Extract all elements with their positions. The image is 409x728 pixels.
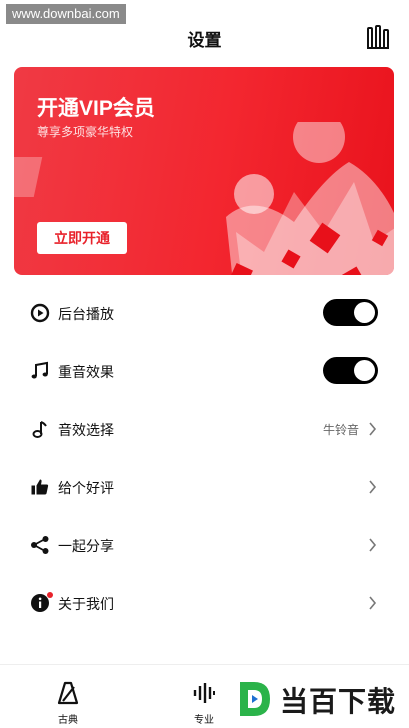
tab-label: 古典 xyxy=(58,715,78,726)
tab-label: 专业 xyxy=(194,715,214,726)
setting-label: 音效选择 xyxy=(58,422,114,438)
setting-label: 一起分享 xyxy=(58,538,114,554)
chevron-right-icon xyxy=(369,596,377,610)
setting-share[interactable]: 一起分享 xyxy=(0,516,409,574)
selected-sound-value: 牛铃音 xyxy=(322,423,359,437)
tab-professional[interactable]: 专业 xyxy=(164,665,244,728)
vip-subtitle: 尊享多项豪华特权 xyxy=(37,125,134,139)
setting-label: 重音效果 xyxy=(58,364,114,380)
play-circle-icon xyxy=(30,303,50,323)
music-note-icon xyxy=(32,421,47,438)
background-play-toggle[interactable] xyxy=(323,299,378,326)
crown-icon xyxy=(226,122,394,275)
setting-background-play: 后台播放 xyxy=(0,284,409,342)
chevron-right-icon xyxy=(369,538,377,552)
music-notes-icon xyxy=(31,361,48,379)
downbai-logo-icon xyxy=(240,682,270,716)
decorative-stripe xyxy=(14,157,43,197)
share-icon xyxy=(31,536,49,554)
equalizer-icon[interactable] xyxy=(367,25,389,49)
watermark-logo-text: 当百下载 xyxy=(280,685,397,718)
chevron-right-icon xyxy=(369,422,377,436)
thumbs-up-icon xyxy=(31,479,49,495)
toggle-knob xyxy=(354,302,375,323)
waveform-icon xyxy=(193,683,215,703)
tab-classic[interactable]: 古典 xyxy=(28,665,108,728)
chevron-right-icon xyxy=(369,480,377,494)
vip-title: 开通VIP会员 xyxy=(37,97,155,120)
settings-list: 后台播放 重音效果 音效选择 牛铃音 给个好评 一起分享 关于我们 xyxy=(0,284,409,632)
toggle-knob xyxy=(354,360,375,381)
setting-accent-effect: 重音效果 xyxy=(0,342,409,400)
watermark-logo: 当百下载 xyxy=(236,674,406,724)
header: 设置 xyxy=(0,0,409,64)
notification-dot xyxy=(47,592,53,598)
open-vip-button[interactable]: 立即开通 xyxy=(37,222,127,254)
setting-sound-selection[interactable]: 音效选择 牛铃音 xyxy=(0,400,409,458)
metronome-icon xyxy=(57,681,79,705)
accent-effect-toggle[interactable] xyxy=(323,357,378,384)
setting-about-us[interactable]: 关于我们 xyxy=(0,574,409,632)
setting-label: 关于我们 xyxy=(58,596,114,612)
setting-rate-us[interactable]: 给个好评 xyxy=(0,458,409,516)
vip-banner[interactable]: 开通VIP会员 尊享多项豪华特权 立即开通 xyxy=(14,67,394,275)
setting-label: 给个好评 xyxy=(58,480,114,496)
setting-label: 后台播放 xyxy=(58,306,114,322)
page-title: 设置 xyxy=(187,31,222,50)
